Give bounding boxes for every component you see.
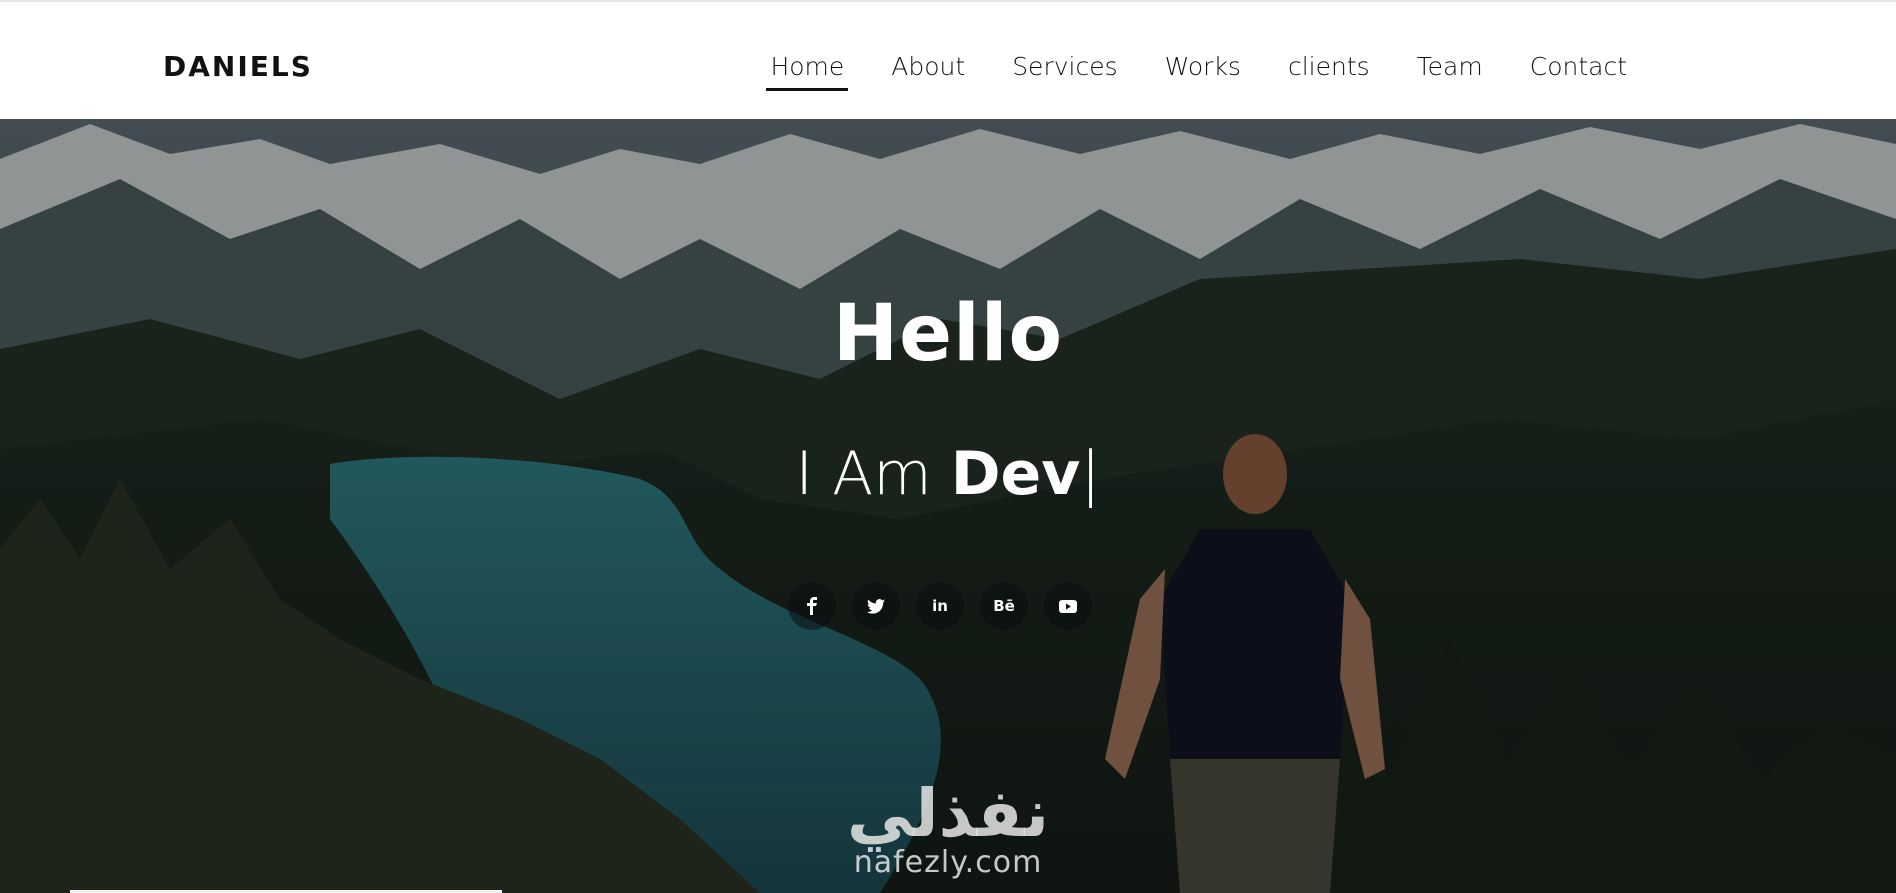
nav-item-contact[interactable]: Contact [1526, 52, 1631, 91]
linkedin-icon[interactable]: in [916, 582, 964, 630]
social-links: in Bē [788, 582, 1092, 630]
facebook-icon[interactable] [788, 582, 836, 630]
hero-section: Hello I Am Dev| in Bē نفذلي nafezly.com [0, 119, 1896, 893]
watermark-arabic: نفذلي [847, 775, 1049, 852]
nav-item-services[interactable]: Services [1008, 52, 1121, 91]
behance-glyph: Bē [993, 597, 1015, 615]
nav-item-about[interactable]: About [887, 52, 969, 91]
watermark: نفذلي nafezly.com [0, 775, 1896, 881]
typing-cursor: | [1080, 439, 1101, 509]
behance-icon[interactable]: Bē [980, 582, 1028, 630]
nav-item-works[interactable]: Works [1161, 52, 1245, 91]
hero-title: Hello [832, 289, 1064, 379]
brand-logo[interactable]: DANIELS [163, 50, 313, 83]
hero-subtitle: I Am Dev| [0, 439, 1896, 509]
nav-item-home[interactable]: Home [766, 52, 849, 91]
watermark-latin: nafezly.com [853, 845, 1043, 880]
nav-item-team[interactable]: Team [1413, 52, 1487, 91]
hero-subtitle-prefix: I Am [795, 439, 951, 509]
nav-item-clients[interactable]: clients [1284, 52, 1374, 91]
hero-subtitle-role: Dev [950, 439, 1081, 509]
main-menu: Home About Services Works clients Team C… [766, 52, 1631, 91]
navbar: DANIELS Home About Services Works client… [0, 2, 1896, 119]
linkedin-glyph: in [932, 597, 948, 615]
youtube-icon[interactable] [1044, 582, 1092, 630]
twitter-icon[interactable] [852, 582, 900, 630]
